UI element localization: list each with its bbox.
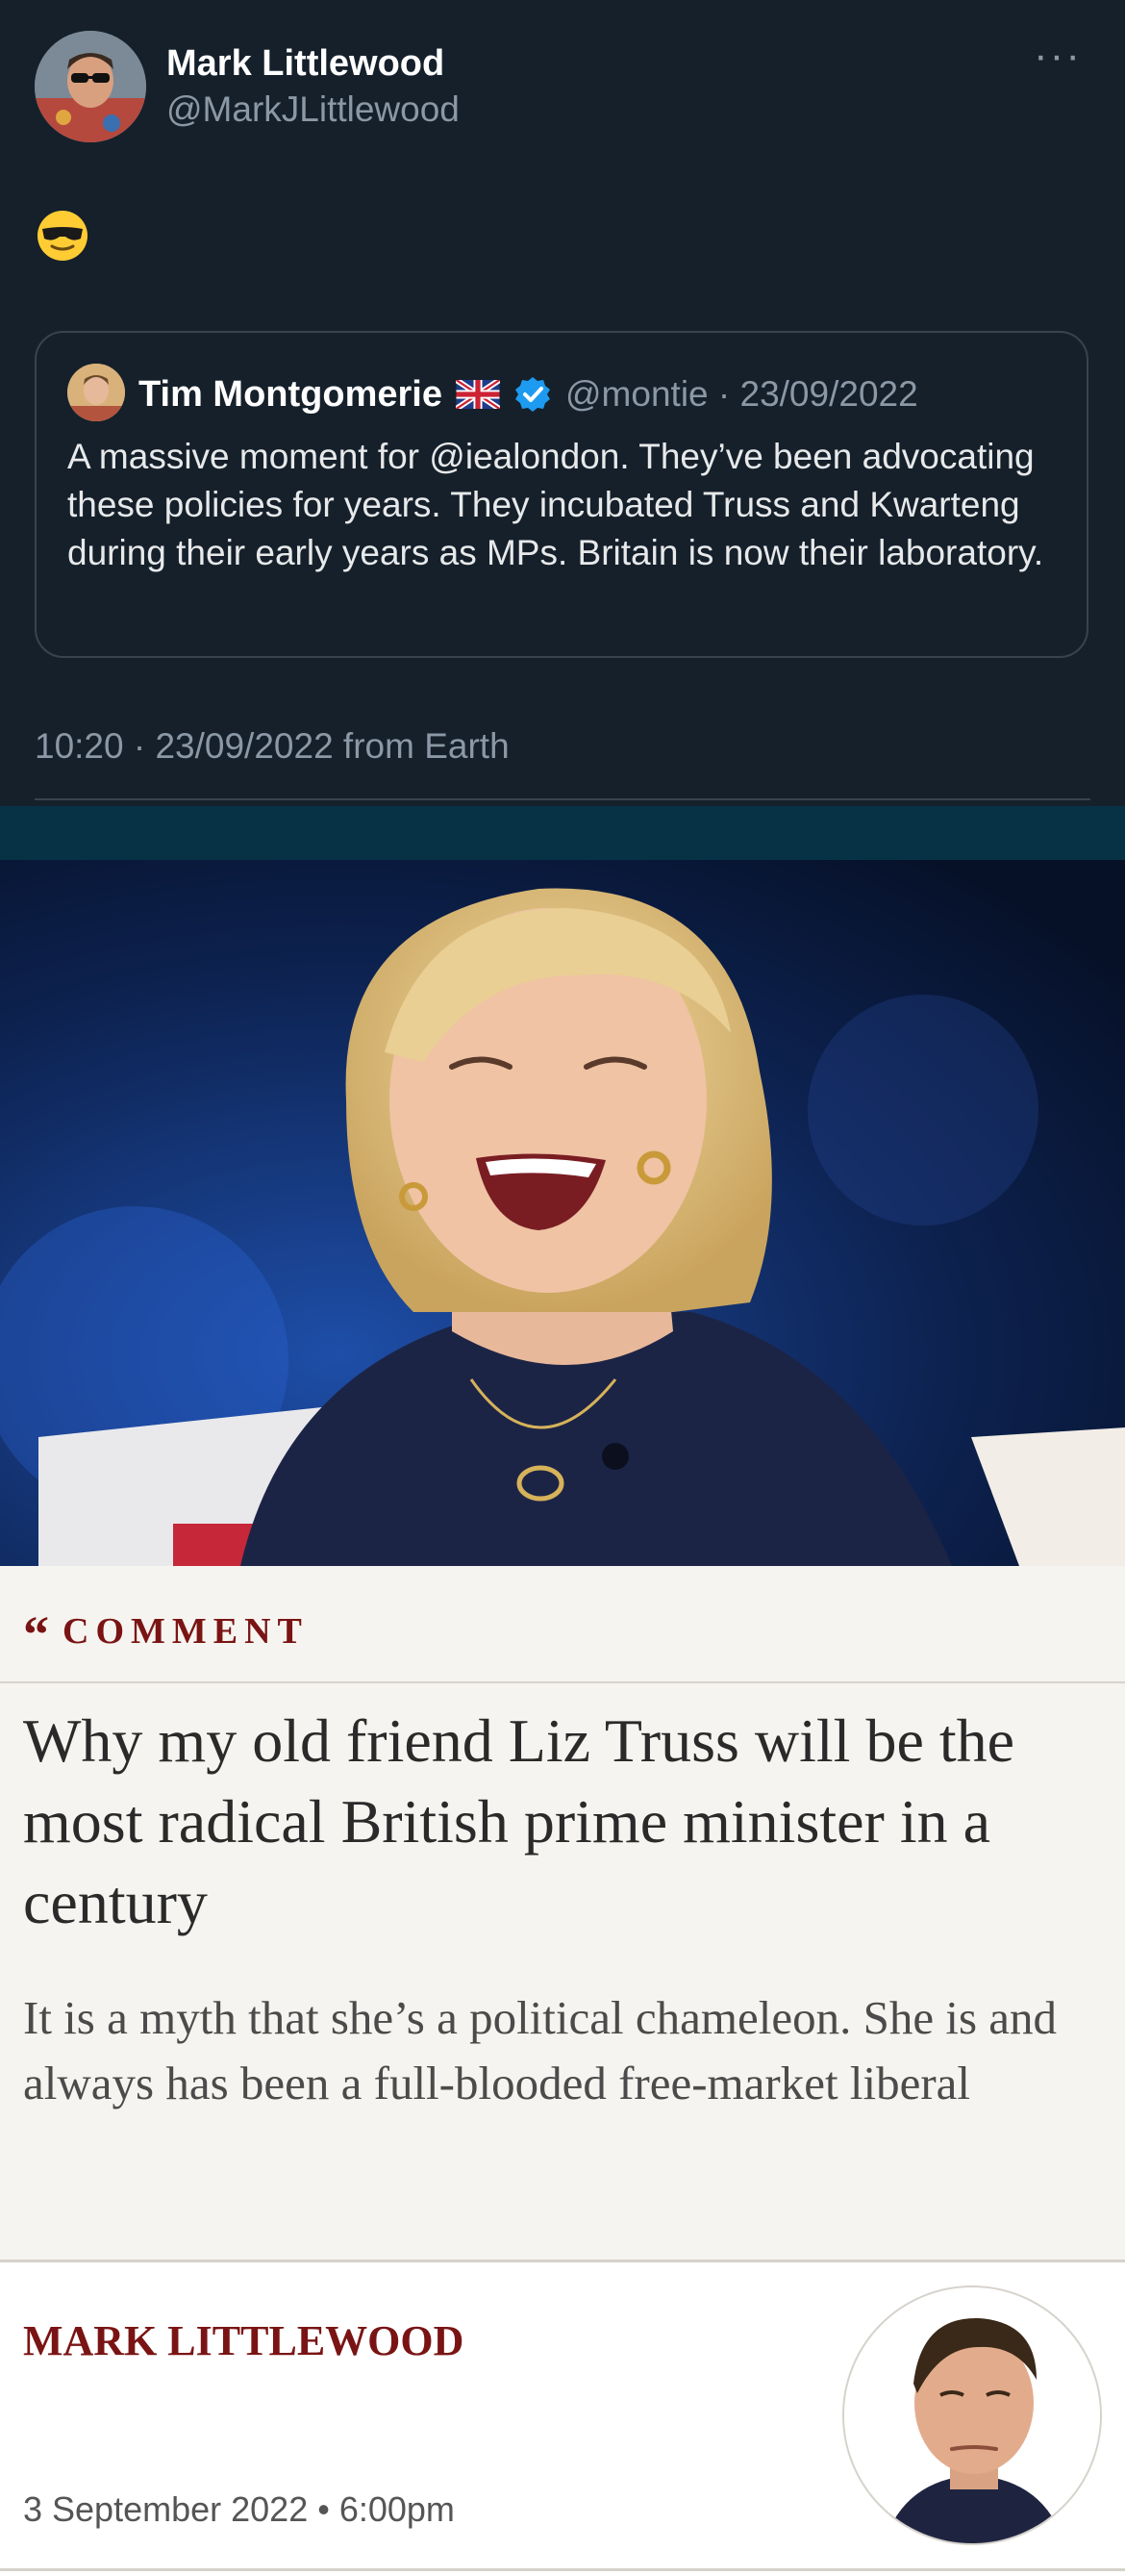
quote-mark-icon: “ bbox=[23, 1615, 49, 1648]
author-avatar[interactable] bbox=[35, 31, 146, 142]
tweet-timestamp[interactable]: 10:20 · 23/09/2022 from Earth bbox=[35, 721, 510, 771]
quoted-tweet-text: A massive moment for @iealondon. They’ve… bbox=[67, 437, 1044, 572]
article-hero-image bbox=[0, 860, 1125, 1566]
quoted-tweet-header: Tim Montgomerie @montie · 23/09/2022 bbox=[138, 367, 918, 421]
article-headline[interactable]: Why my old friend Liz Truss will be the … bbox=[23, 1701, 1100, 1943]
section-label-row: “ COMMENT bbox=[23, 1610, 309, 1653]
article-standfirst: It is a myth that she’s a political cham… bbox=[23, 1991, 1058, 2109]
verified-badge-icon bbox=[513, 375, 552, 414]
byline-divider bbox=[0, 2568, 1125, 2571]
byline-section: MARK LITTLEWOOD 3 September 2022 • 6:00p… bbox=[0, 2262, 1125, 2576]
tweet: Mark Littlewood @MarkJLittlewood ··· Tim… bbox=[0, 0, 1125, 806]
byline-author[interactable]: MARK LITTLEWOOD bbox=[23, 2316, 463, 2365]
image-top-strip bbox=[0, 806, 1125, 860]
uk-flag-icon bbox=[454, 377, 502, 412]
byline-author-photo bbox=[842, 2286, 1102, 2545]
article-card[interactable]: “ COMMENT Why my old friend Liz Truss wi… bbox=[0, 1566, 1125, 2262]
quoted-author-name[interactable]: Tim Montgomerie bbox=[138, 374, 442, 416]
more-options-icon[interactable]: ··· bbox=[1029, 35, 1087, 83]
quoted-author-avatar[interactable] bbox=[67, 364, 125, 421]
quoted-handle-date: @montie · 23/09/2022 bbox=[565, 374, 918, 414]
author-handle[interactable]: @MarkJLittlewood bbox=[166, 88, 460, 131]
sunglasses-emoji-icon bbox=[35, 208, 90, 264]
author-name[interactable]: Mark Littlewood bbox=[166, 42, 444, 85]
section-divider bbox=[0, 1681, 1125, 1683]
divider bbox=[35, 798, 1090, 800]
quoted-tweet[interactable]: Tim Montgomerie @montie · 23/09/2022 A m… bbox=[35, 331, 1088, 658]
section-label: COMMENT bbox=[62, 1611, 309, 1652]
byline-date: 3 September 2022 • 6:00pm bbox=[23, 2489, 455, 2529]
